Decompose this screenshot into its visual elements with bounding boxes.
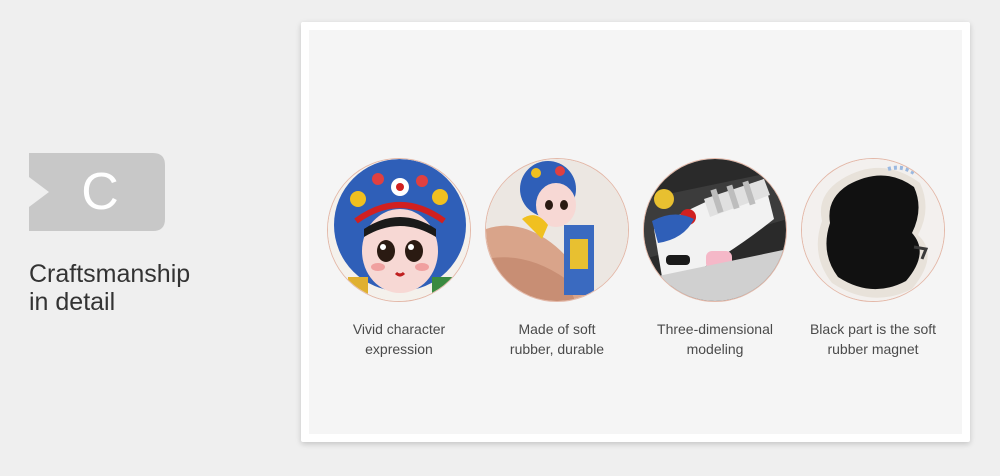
feature-caption: Black part is the soft rubber magnet bbox=[793, 319, 953, 359]
3d-modeling-closeup-photo bbox=[643, 158, 787, 302]
section-title-line1: Craftsmanship bbox=[29, 260, 191, 288]
feature-caption: Made of soft rubber, durable bbox=[477, 319, 637, 359]
caption-line: Made of soft bbox=[518, 321, 596, 337]
feature-item: Made of soft rubber, durable bbox=[477, 158, 637, 359]
magnet-back-photo bbox=[801, 158, 945, 302]
feature-caption: Vivid character expression bbox=[319, 319, 479, 359]
caption-line: rubber, durable bbox=[509, 341, 605, 357]
caption-line: Vivid character bbox=[352, 321, 446, 337]
section-title: Craftsmanship in detail bbox=[29, 260, 269, 316]
hand-holding-magnet-photo bbox=[485, 158, 629, 302]
feature-item: Three-dimensional modeling bbox=[635, 158, 795, 359]
caption-line: modeling bbox=[686, 341, 744, 357]
caption-line: Three-dimensional bbox=[657, 321, 773, 337]
caption-line: expression bbox=[365, 341, 433, 357]
section-badge: C bbox=[29, 153, 165, 231]
feature-card-inner: Vivid character expression Made of soft … bbox=[309, 30, 962, 434]
opera-doll-face-photo bbox=[327, 158, 471, 302]
caption-line: rubber magnet bbox=[827, 341, 919, 357]
feature-item: Vivid character expression bbox=[319, 158, 479, 359]
caption-line: Black part is the soft bbox=[809, 321, 937, 337]
feature-item: Black part is the soft rubber magnet bbox=[793, 158, 953, 359]
feature-caption: Three-dimensional modeling bbox=[635, 319, 795, 359]
badge-letter: C bbox=[81, 163, 119, 221]
section-title-line2: in detail bbox=[29, 288, 116, 316]
feature-card: Vivid character expression Made of soft … bbox=[301, 22, 970, 442]
